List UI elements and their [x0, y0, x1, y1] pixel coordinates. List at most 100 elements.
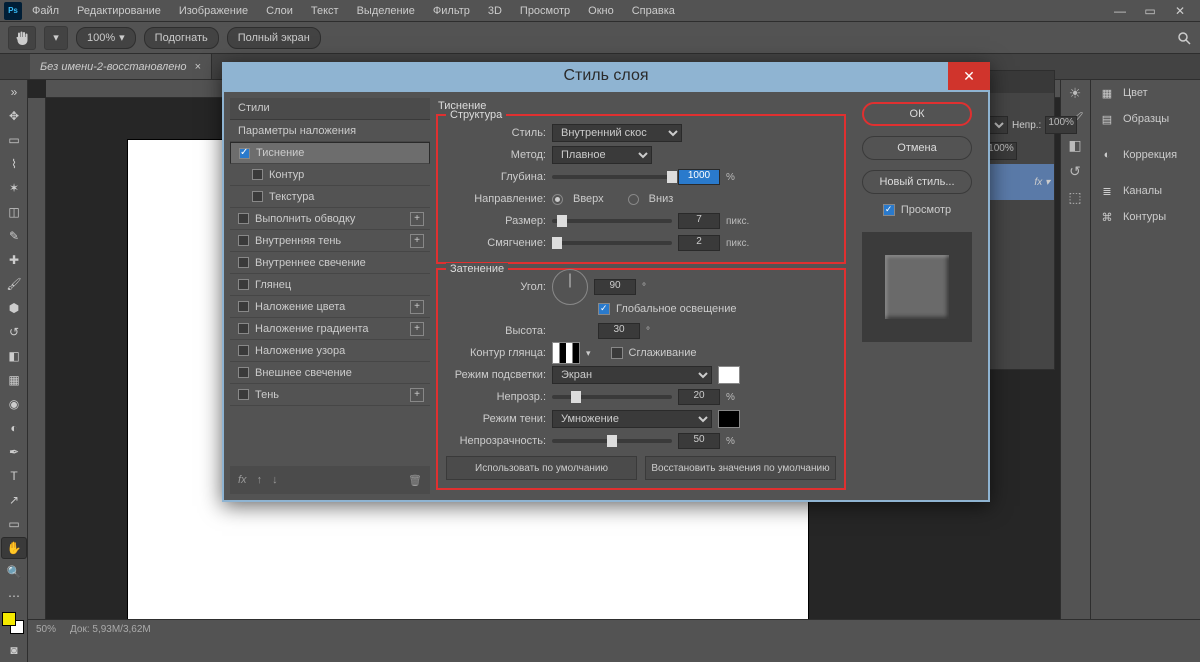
- altitude-input[interactable]: 30: [598, 323, 640, 339]
- menu-select[interactable]: Выделение: [349, 3, 423, 19]
- opacity-value[interactable]: 100%: [1045, 116, 1077, 134]
- panel-color[interactable]: ▦Цвет: [1091, 80, 1200, 106]
- menu-view[interactable]: Просмотр: [512, 3, 578, 19]
- maximize-icon[interactable]: ▭: [1140, 4, 1160, 18]
- heal-tool-icon[interactable]: ✚: [1, 249, 27, 271]
- gradient-overlay-item[interactable]: Наложение градиента+: [230, 318, 430, 340]
- color-swatch[interactable]: [2, 612, 24, 634]
- menu-3d[interactable]: 3D: [480, 3, 510, 19]
- shadow-mode-select[interactable]: Умножение: [552, 410, 712, 428]
- menu-help[interactable]: Справка: [624, 3, 683, 19]
- inner-glow-checkbox[interactable]: [238, 257, 249, 268]
- properties-icon[interactable]: ⬚: [1061, 184, 1089, 210]
- texture-checkbox[interactable]: [252, 191, 263, 202]
- history-icon[interactable]: ↺: [1061, 158, 1089, 184]
- add-color-overlay-icon[interactable]: +: [410, 300, 424, 314]
- adjustments-icon[interactable]: ☀: [1061, 80, 1089, 106]
- eyedropper-tool-icon[interactable]: ✎: [1, 225, 27, 247]
- gradient-overlay-checkbox[interactable]: [238, 323, 249, 334]
- highlight-color-swatch[interactable]: [718, 366, 740, 384]
- zoom-level-button[interactable]: 100%▾: [76, 27, 136, 49]
- highlight-mode-select[interactable]: Экран: [552, 366, 712, 384]
- shadow-opacity-slider[interactable]: [552, 439, 672, 443]
- shadow-opacity-input[interactable]: 50: [678, 433, 720, 449]
- quickmask-icon[interactable]: ◙: [1, 639, 27, 661]
- new-style-button[interactable]: Новый стиль...: [862, 170, 972, 194]
- inner-glow-item[interactable]: Внутреннее свечение: [230, 252, 430, 274]
- bevel-checkbox[interactable]: [239, 148, 250, 159]
- soften-slider[interactable]: [552, 241, 672, 245]
- styles-icon[interactable]: ◧: [1061, 132, 1089, 158]
- outer-glow-checkbox[interactable]: [238, 367, 249, 378]
- eraser-tool-icon[interactable]: ◧: [1, 345, 27, 367]
- color-overlay-item[interactable]: Наложение цвета+: [230, 296, 430, 318]
- preview-checkbox[interactable]: [883, 204, 895, 216]
- expand-toolbar-icon[interactable]: »: [1, 81, 27, 103]
- depth-input[interactable]: 1000: [678, 169, 720, 185]
- add-gradient-overlay-icon[interactable]: +: [410, 322, 424, 336]
- hand-tool-icon[interactable]: [8, 26, 36, 50]
- color-overlay-checkbox[interactable]: [238, 301, 249, 312]
- blur-tool-icon[interactable]: ◉: [1, 393, 27, 415]
- dodge-tool-icon[interactable]: ◐: [1, 417, 27, 439]
- bevel-emboss-item[interactable]: Тиснение: [230, 142, 430, 164]
- tool-preset-dropdown[interactable]: ▾: [44, 26, 68, 50]
- direction-down-radio[interactable]: [628, 194, 639, 205]
- panel-channels[interactable]: ≣Каналы: [1091, 178, 1200, 204]
- angle-input[interactable]: 90: [594, 279, 636, 295]
- highlight-opacity-slider[interactable]: [552, 395, 672, 399]
- gradient-tool-icon[interactable]: ▦: [1, 369, 27, 391]
- hand-tool-icon[interactable]: ✋: [1, 537, 27, 559]
- angle-dial[interactable]: [552, 269, 588, 305]
- brush-tool-icon[interactable]: 🖌: [1, 273, 27, 295]
- panel-adjustments[interactable]: ◐Коррекция: [1091, 142, 1200, 168]
- reset-default-button[interactable]: Восстановить значения по умолчанию: [645, 456, 836, 480]
- inner-shadow-checkbox[interactable]: [238, 235, 249, 246]
- trash-icon[interactable]: 🗑: [408, 474, 422, 487]
- size-slider[interactable]: [552, 219, 672, 223]
- menu-filter[interactable]: Фильтр: [425, 3, 478, 19]
- minimize-icon[interactable]: —: [1110, 4, 1130, 18]
- zoom-tool-icon[interactable]: 🔍: [1, 561, 27, 583]
- contour-checkbox[interactable]: [252, 169, 263, 180]
- crop-tool-icon[interactable]: ◫: [1, 201, 27, 223]
- panel-swatches[interactable]: ▤Образцы: [1091, 106, 1200, 132]
- add-stroke-icon[interactable]: +: [410, 212, 424, 226]
- add-inner-shadow-icon[interactable]: +: [410, 234, 424, 248]
- menu-text[interactable]: Текст: [303, 3, 347, 19]
- menu-edit[interactable]: Редактирование: [69, 3, 169, 19]
- make-default-button[interactable]: Использовать по умолчанию: [446, 456, 637, 480]
- pattern-overlay-checkbox[interactable]: [238, 345, 249, 356]
- ok-button[interactable]: ОК: [862, 102, 972, 126]
- panel-paths[interactable]: ⌘Контуры: [1091, 204, 1200, 230]
- fx-menu-icon[interactable]: fx: [238, 474, 247, 486]
- stamp-tool-icon[interactable]: ⬢: [1, 297, 27, 319]
- global-light-checkbox[interactable]: [598, 303, 610, 315]
- lasso-tool-icon[interactable]: ⌇: [1, 153, 27, 175]
- gloss-contour-picker[interactable]: [552, 342, 580, 364]
- status-zoom[interactable]: 50%: [36, 624, 56, 635]
- blending-options-item[interactable]: Параметры наложения: [230, 120, 430, 142]
- search-icon[interactable]: [1176, 30, 1192, 46]
- highlight-opacity-input[interactable]: 20: [678, 389, 720, 405]
- menu-image[interactable]: Изображение: [171, 3, 256, 19]
- move-down-icon[interactable]: ↓: [272, 474, 278, 486]
- path-tool-icon[interactable]: ↗: [1, 489, 27, 511]
- cancel-button[interactable]: Отмена: [862, 136, 972, 160]
- close-window-icon[interactable]: ✕: [1170, 4, 1190, 18]
- size-input[interactable]: 7: [678, 213, 720, 229]
- depth-slider[interactable]: [552, 175, 672, 179]
- shadow-color-swatch[interactable]: [718, 410, 740, 428]
- texture-item[interactable]: Текстура: [230, 186, 430, 208]
- document-tab[interactable]: Без имени-2-восстановлено ×: [30, 53, 212, 79]
- pen-tool-icon[interactable]: ✒: [1, 441, 27, 463]
- add-drop-shadow-icon[interactable]: +: [410, 388, 424, 402]
- contour-item[interactable]: Контур: [230, 164, 430, 186]
- dialog-close-button[interactable]: ✕: [948, 62, 990, 90]
- marquee-tool-icon[interactable]: ▭: [1, 129, 27, 151]
- full-screen-button[interactable]: Полный экран: [227, 27, 321, 49]
- soften-input[interactable]: 2: [678, 235, 720, 251]
- move-tool-icon[interactable]: ✥: [1, 105, 27, 127]
- satin-checkbox[interactable]: [238, 279, 249, 290]
- technique-select[interactable]: Плавное: [552, 146, 652, 164]
